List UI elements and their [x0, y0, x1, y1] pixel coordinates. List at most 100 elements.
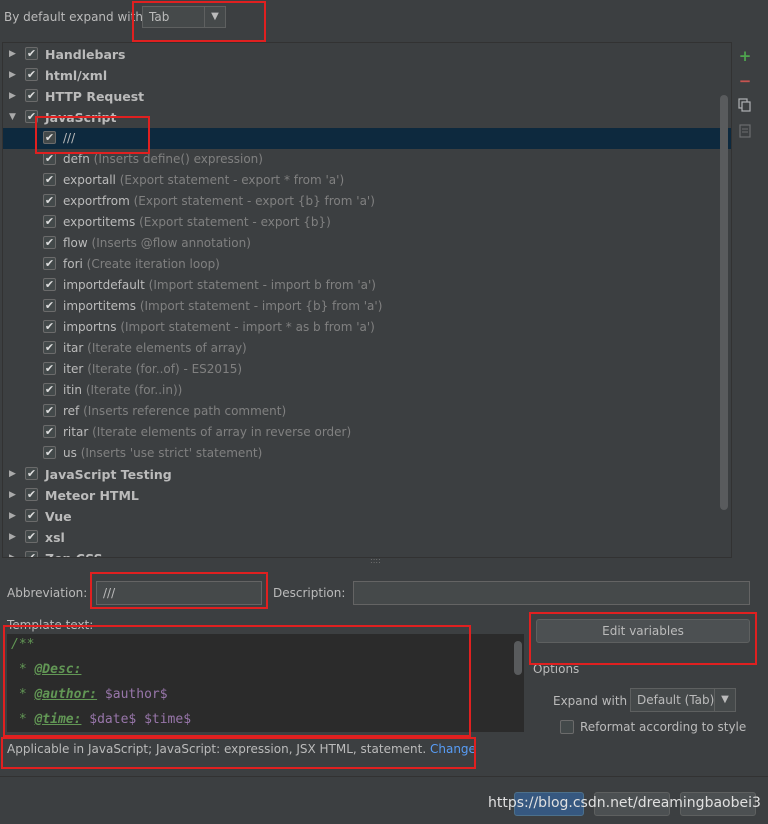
tree-template-row[interactable]: ✔ itin (Iterate (for..in)) [3, 380, 731, 401]
enabled-checkbox[interactable]: ✔ [43, 425, 56, 438]
tree-template-row[interactable]: ✔ exportfrom (Export statement - export {… [3, 191, 731, 212]
tree-template-row[interactable]: ✔ us (Inserts 'use strict' statement) [3, 443, 731, 464]
code-line: /** [11, 637, 35, 652]
tree-scrollbar[interactable] [720, 95, 728, 510]
tree-row-description: (Inserts reference path comment) [83, 404, 287, 418]
enabled-checkbox[interactable]: ✔ [43, 131, 56, 144]
enabled-checkbox[interactable]: ✔ [43, 278, 56, 291]
tree-row-description: (Export statement - export {b} from 'a') [133, 194, 375, 208]
change-context-link[interactable]: Change [430, 742, 476, 756]
tree-template-row[interactable]: ✔ importitems (Import statement - import … [3, 296, 731, 317]
enabled-checkbox[interactable]: ✔ [25, 89, 38, 102]
enabled-checkbox[interactable]: ✔ [43, 341, 56, 354]
edit-variables-button[interactable]: Edit variables [536, 619, 750, 643]
options-label: Options [533, 662, 580, 676]
enabled-checkbox[interactable]: ✔ [25, 488, 38, 501]
tree-row-description: (Import statement - import * as b from '… [120, 320, 375, 334]
default-expand-select[interactable]: Tab ▼ [142, 6, 226, 28]
enabled-checkbox[interactable]: ✔ [43, 446, 56, 459]
tree-template-row[interactable]: ✔ flow (Inserts @flow annotation) [3, 233, 731, 254]
splitter-handle[interactable]: :::: [370, 556, 381, 565]
abbreviation-value: /// [103, 586, 116, 600]
tree-row-label: exportitems (Export statement - export {… [63, 215, 331, 229]
tree-group-row[interactable]: ▶ ✔ HTTP Request [3, 86, 731, 107]
tree-group-row[interactable]: ▶ ✔ Meteor HTML [3, 485, 731, 506]
tree-group-row[interactable]: ▶ ✔ Handlebars [3, 44, 731, 65]
tree-row-label: JavaScript [45, 110, 117, 125]
tree-row-label: HTTP Request [45, 89, 145, 104]
collapsed-caret-icon[interactable]: ▶ [9, 48, 19, 60]
tree-group-row[interactable]: ▶ ✔ xsl [3, 527, 731, 548]
tree-template-row[interactable]: ✔ ref (Inserts reference path comment) [3, 401, 731, 422]
enabled-checkbox[interactable]: ✔ [43, 299, 56, 312]
enabled-checkbox[interactable]: ✔ [43, 194, 56, 207]
tree-template-row[interactable]: ✔ importns (Import statement - import * a… [3, 317, 731, 338]
tree-template-row[interactable]: ✔ iter (Iterate (for..of) - ES2015) [3, 359, 731, 380]
collapsed-caret-icon[interactable]: ▶ [9, 90, 19, 102]
tree-row-label: importns (Import statement - import * as… [63, 320, 375, 334]
reformat-checkbox[interactable] [560, 720, 574, 734]
enabled-checkbox[interactable]: ✔ [25, 551, 38, 557]
enabled-checkbox[interactable]: ✔ [43, 236, 56, 249]
tree-template-row[interactable]: ✔ ritar (Iterate elements of array in rev… [3, 422, 731, 443]
tree-template-row[interactable]: ✔ importdefault (Import statement - impor… [3, 275, 731, 296]
watermark-url: https://blog.csdn.net/dreamingbaobei3 [488, 795, 761, 811]
enabled-checkbox[interactable]: ✔ [43, 362, 56, 375]
restore-icon[interactable] [738, 124, 752, 138]
default-expand-label: By default expand with [4, 10, 143, 24]
enabled-checkbox[interactable]: ✔ [43, 320, 56, 333]
tree-row-description: (Create iteration loop) [86, 257, 220, 271]
collapsed-caret-icon[interactable]: ▶ [9, 552, 19, 557]
tree-row-label: html/xml [45, 68, 108, 83]
tree-row-label: flow (Inserts @flow annotation) [63, 236, 251, 250]
enabled-checkbox[interactable]: ✔ [43, 152, 56, 165]
enabled-checkbox[interactable]: ✔ [25, 509, 38, 522]
tree-row-description: (Import statement - import {b} from 'a') [139, 299, 383, 313]
code-line: * @author: $author$ [11, 687, 168, 702]
tree-row-label: ref (Inserts reference path comment) [63, 404, 287, 418]
enabled-checkbox[interactable]: ✔ [25, 467, 38, 480]
enabled-checkbox[interactable]: ✔ [25, 68, 38, 81]
tree-group-row[interactable]: ▼ ✔ JavaScript [3, 107, 731, 128]
tree-template-row[interactable]: ✔ fori (Create iteration loop) [3, 254, 731, 275]
tree-template-row[interactable]: ✔ exportitems (Export statement - export … [3, 212, 731, 233]
tree-row-description: (Export statement - export * from 'a') [119, 173, 345, 187]
tree-group-row[interactable]: ▶ ✔ Zen CSS [3, 548, 731, 557]
expanded-caret-icon[interactable]: ▼ [9, 111, 19, 123]
collapsed-caret-icon[interactable]: ▶ [9, 468, 19, 480]
live-template-tree[interactable]: ▶ ✔ Handlebars ▶ ✔ html/xml ▶ ✔ HTTP Request ▼ ✔ Ja… [2, 42, 732, 558]
expand-with-select[interactable]: Default (Tab) ▼ [630, 688, 736, 712]
enabled-checkbox[interactable]: ✔ [43, 383, 56, 396]
copy-icon[interactable] [738, 98, 752, 112]
reformat-label: Reformat according to style [580, 720, 747, 734]
tree-row-label: exportfrom (Export statement - export {b… [63, 194, 375, 208]
tree-template-row[interactable]: ✔ itar (Iterate elements of array) [3, 338, 731, 359]
collapsed-caret-icon[interactable]: ▶ [9, 69, 19, 81]
description-input[interactable] [353, 581, 750, 605]
template-text-editor[interactable]: /** * @Desc: * @author: $author$ * @time… [7, 634, 524, 732]
tree-template-row[interactable]: ✔ exportall (Export statement - export * … [3, 170, 731, 191]
enabled-checkbox[interactable]: ✔ [25, 530, 38, 543]
enabled-checkbox[interactable]: ✔ [43, 215, 56, 228]
tree-row-label: Vue [45, 509, 72, 524]
tree-row-description: (Import statement - import b from 'a') [148, 278, 376, 292]
tree-template-row[interactable]: ✔ defn (Inserts define() expression) [3, 149, 731, 170]
tree-group-row[interactable]: ▶ ✔ html/xml [3, 65, 731, 86]
tree-row-label: Meteor HTML [45, 488, 139, 503]
tree-row-label: importitems (Import statement - import {… [63, 299, 383, 313]
tree-template-row[interactable]: ✔ /// [3, 128, 731, 149]
collapsed-caret-icon[interactable]: ▶ [9, 531, 19, 543]
enabled-checkbox[interactable]: ✔ [43, 257, 56, 270]
remove-icon[interactable]: − [738, 74, 752, 89]
enabled-checkbox[interactable]: ✔ [43, 404, 56, 417]
collapsed-caret-icon[interactable]: ▶ [9, 489, 19, 501]
enabled-checkbox[interactable]: ✔ [25, 110, 38, 123]
add-icon[interactable]: + [738, 49, 752, 64]
template-scrollbar[interactable] [514, 641, 522, 675]
tree-group-row[interactable]: ▶ ✔ Vue [3, 506, 731, 527]
collapsed-caret-icon[interactable]: ▶ [9, 510, 19, 522]
tree-group-row[interactable]: ▶ ✔ JavaScript Testing [3, 464, 731, 485]
enabled-checkbox[interactable]: ✔ [43, 173, 56, 186]
enabled-checkbox[interactable]: ✔ [25, 47, 38, 60]
abbreviation-input[interactable]: /// [96, 581, 262, 605]
